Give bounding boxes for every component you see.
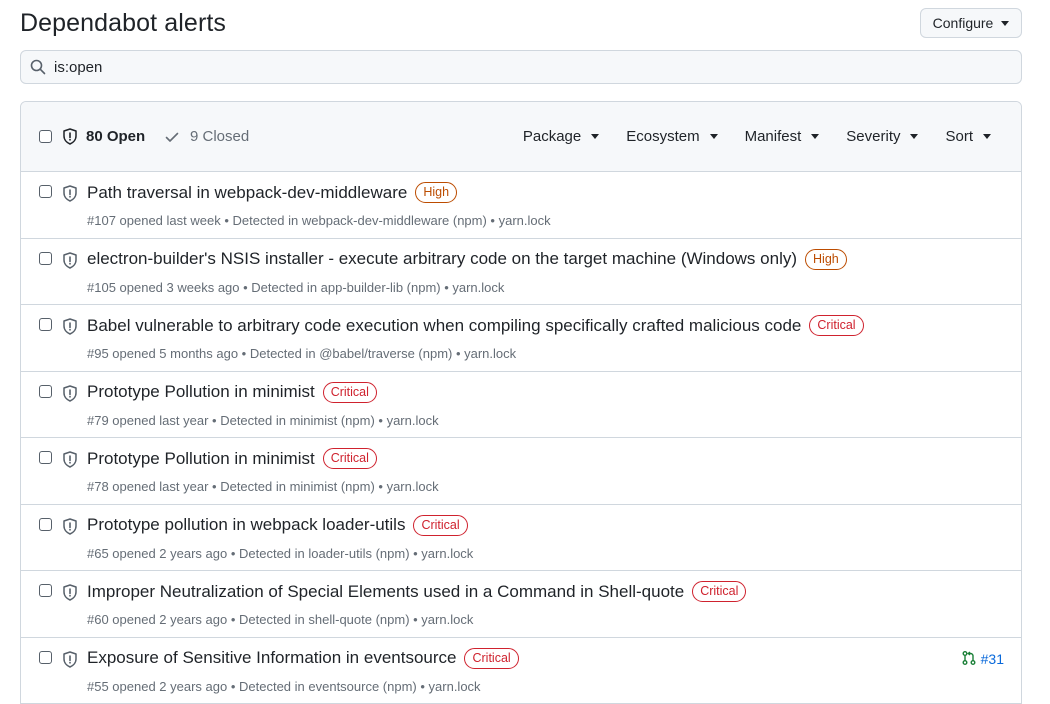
alert-meta: #55 opened 2 years ago • Detected in eve… (87, 678, 481, 694)
configure-label: Configure (932, 15, 994, 31)
alert-title-line: Prototype Pollution in minimist Critical (87, 381, 377, 403)
shield-alert-icon (63, 128, 77, 145)
search-icon (30, 59, 46, 75)
list-header: 80 Open 9 Closed Package Ecosystem Manif… (21, 102, 1021, 172)
alert-row[interactable]: Prototype Pollution in minimist Critical #… (21, 438, 1021, 505)
alert-title-line: Babel vulnerable to arbitrary code execu… (87, 315, 864, 336)
pull-request-number: #31 (980, 651, 1004, 667)
filter-label: Severity (846, 128, 901, 145)
shield-alert-icon (62, 584, 78, 606)
alert-meta: #60 opened 2 years ago • Detected in she… (87, 612, 474, 627)
filter-label: Sort (945, 128, 973, 145)
alert-title-line: Exposure of Sensitive Information in eve… (87, 647, 519, 669)
filter-label: Ecosystem (626, 128, 700, 145)
alert-meta: #95 opened 5 months ago • Detected in @b… (87, 346, 517, 361)
alert-checkbox[interactable] (39, 185, 52, 198)
filter-label: Manifest (744, 128, 802, 145)
alerts-list: 80 Open 9 Closed Package Ecosystem Manif… (20, 101, 1022, 704)
severity-badge: High (805, 248, 847, 270)
linked-pull-request[interactable]: #31 (961, 650, 1004, 669)
alert-checkbox[interactable] (39, 384, 52, 398)
alert-title-link[interactable]: Path traversal in webpack-dev-middleware (87, 183, 407, 203)
alert-title-link[interactable]: Babel vulnerable to arbitrary code execu… (87, 316, 801, 336)
alert-meta: #65 opened 2 years ago • Detected in loa… (87, 545, 474, 561)
alert-title-link[interactable]: Prototype Pollution in minimist (87, 382, 315, 402)
severity-filter[interactable]: Severity (846, 128, 919, 145)
open-filter-link[interactable]: 80 Open (62, 128, 145, 145)
severity-badge: High (415, 182, 458, 203)
check-icon (165, 132, 179, 142)
alert-checkbox[interactable] (39, 584, 52, 597)
alert-checkbox[interactable] (39, 318, 52, 331)
alert-title-line: Path traversal in webpack-dev-middleware… (87, 182, 458, 203)
search-bar[interactable] (20, 50, 1022, 84)
configure-button[interactable]: Configure (920, 8, 1022, 38)
alert-title-link[interactable]: Exposure of Sensitive Information in eve… (87, 648, 456, 668)
alert-checkbox[interactable] (39, 251, 52, 265)
manifest-filter[interactable]: Manifest (745, 128, 820, 145)
shield-alert-icon (62, 650, 78, 673)
caret-down-icon (910, 134, 919, 139)
alert-title-link[interactable]: electron-builder's NSIS installer - exec… (87, 249, 797, 269)
alert-title-line: Prototype pollution in webpack loader-ut… (87, 514, 468, 536)
alert-title-link[interactable]: Prototype Pollution in minimist (87, 449, 315, 469)
alert-row[interactable]: Improper Neutralization of Special Eleme… (21, 571, 1021, 638)
shield-alert-icon (62, 318, 78, 340)
filter-bar: Package Ecosystem Manifest Severity Sort (523, 128, 991, 145)
severity-badge: Critical (809, 315, 864, 336)
severity-badge: Critical (322, 448, 377, 469)
ecosystem-filter[interactable]: Ecosystem (626, 128, 718, 145)
severity-badge: Critical (464, 647, 519, 669)
shield-alert-icon (62, 517, 78, 540)
alert-title-link[interactable]: Prototype pollution in webpack loader-ut… (87, 515, 405, 535)
alert-meta: #78 opened last year • Detected in minim… (87, 479, 439, 494)
caret-down-icon (591, 134, 600, 139)
alert-checkbox[interactable] (39, 517, 52, 531)
alert-checkbox[interactable] (39, 451, 52, 464)
shield-alert-icon (62, 185, 78, 207)
pull-request-icon (961, 650, 977, 669)
alert-row[interactable]: Path traversal in webpack-dev-middleware… (21, 172, 1021, 239)
open-count-label: 80 Open (86, 128, 146, 145)
alert-rows: Path traversal in webpack-dev-middleware… (21, 172, 1021, 704)
severity-badge: Critical (322, 381, 377, 403)
shield-alert-icon (62, 251, 78, 274)
alert-title-link[interactable]: Improper Neutralization of Special Eleme… (87, 582, 684, 602)
alert-row[interactable]: Babel vulnerable to arbitrary code execu… (21, 305, 1021, 372)
select-all-checkbox[interactable] (39, 130, 52, 143)
alert-row[interactable]: Exposure of Sensitive Information in eve… (21, 637, 1021, 704)
alert-meta: #79 opened last year • Detected in minim… (87, 412, 439, 428)
alert-title-line: Prototype Pollution in minimist Critical (87, 448, 377, 469)
alert-checkbox[interactable] (39, 650, 52, 664)
caret-down-icon (1001, 20, 1010, 26)
alert-row[interactable]: Prototype pollution in webpack loader-ut… (21, 504, 1021, 571)
filter-label: Package (522, 128, 582, 145)
closed-count-label: 9 Closed (190, 128, 250, 145)
alert-title-line: electron-builder's NSIS installer - exec… (87, 248, 847, 270)
search-input[interactable] (54, 58, 954, 76)
caret-down-icon (811, 134, 820, 139)
shield-alert-icon (62, 384, 78, 407)
severity-badge: Critical (692, 581, 747, 602)
caret-down-icon (709, 134, 718, 139)
shield-alert-icon (62, 451, 78, 473)
alert-title-line: Improper Neutralization of Special Eleme… (87, 581, 747, 602)
alert-row[interactable]: Prototype Pollution in minimist Critical #… (21, 371, 1021, 438)
alert-meta: #107 opened last week • Detected in webp… (87, 213, 551, 228)
page-title: Dependabot alerts (20, 9, 227, 37)
caret-down-icon (983, 134, 991, 139)
package-filter[interactable]: Package (522, 128, 600, 145)
severity-badge: Critical (413, 514, 468, 536)
closed-filter-link[interactable]: 9 Closed (164, 128, 249, 145)
alert-meta: #105 opened 3 weeks ago • Detected in ap… (87, 279, 505, 295)
alert-row[interactable]: electron-builder's NSIS installer - exec… (21, 238, 1021, 305)
sort-filter[interactable]: Sort (945, 128, 991, 145)
